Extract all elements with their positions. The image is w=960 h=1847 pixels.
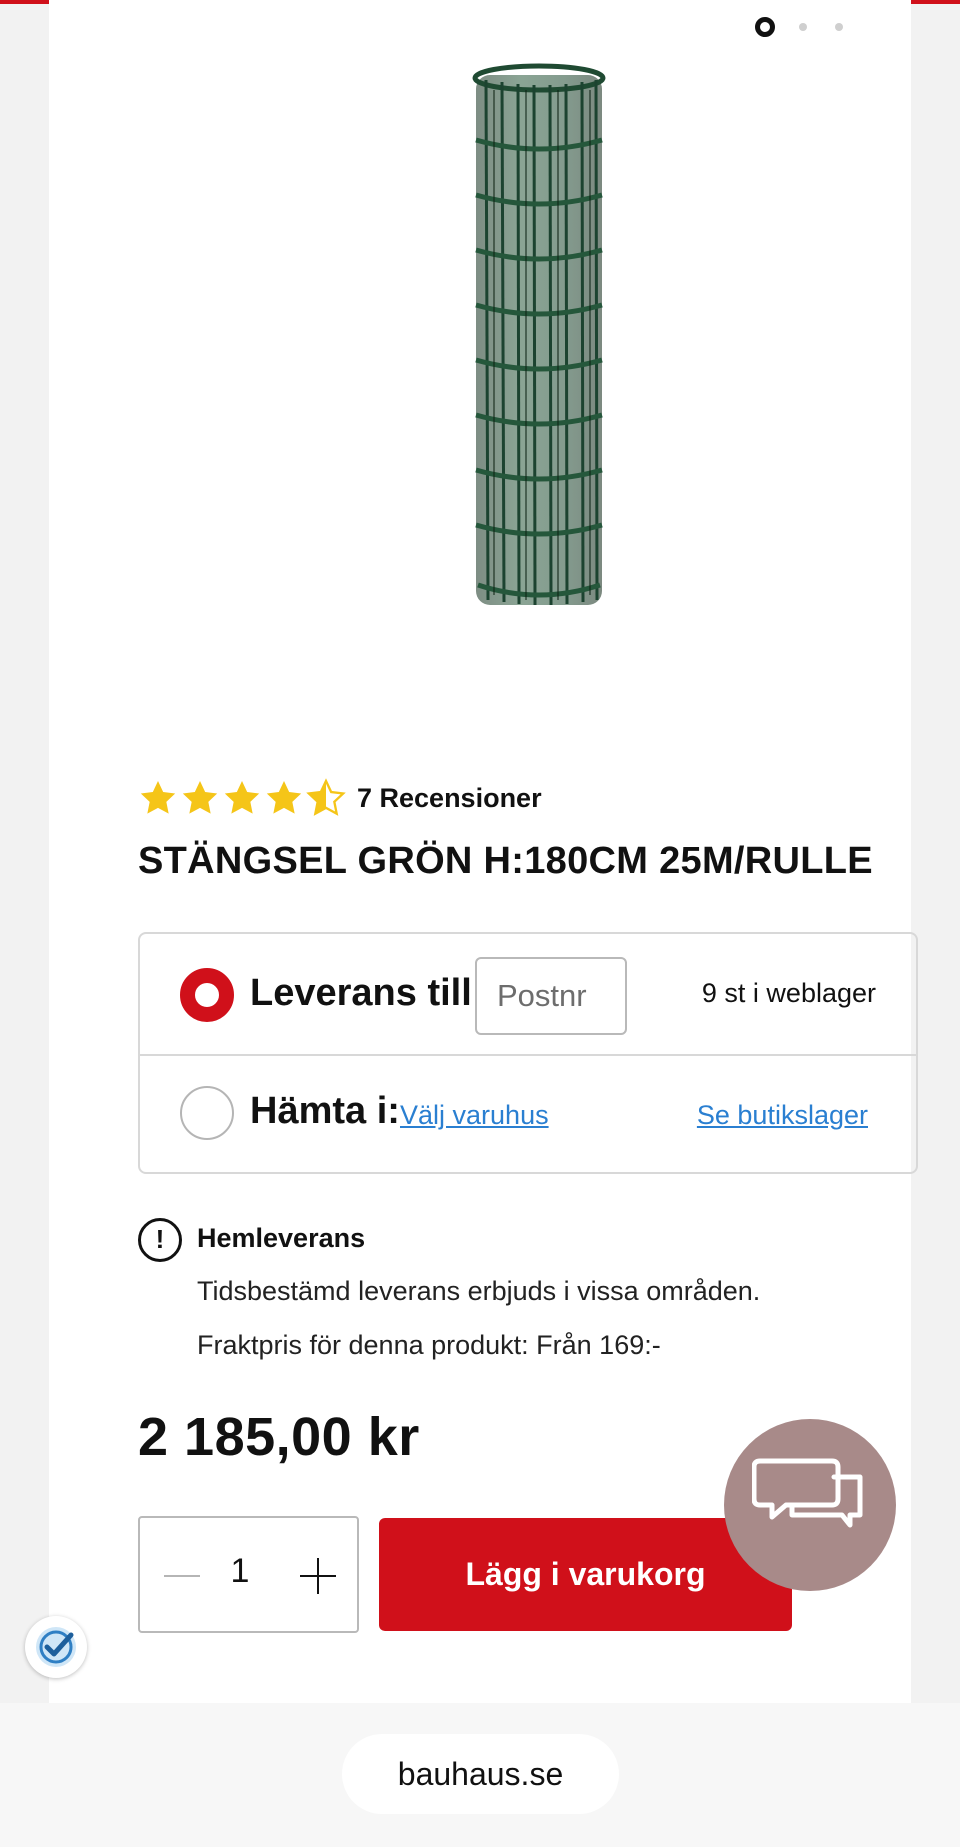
product-image[interactable] (464, 60, 624, 620)
product-title: STÄNGSEL GRÖN H:180CM 25M/RULLE (138, 840, 873, 882)
star-icon (140, 781, 176, 814)
delivery-options: Leverans till: 9 st i weblager Hämta i: … (138, 932, 918, 1174)
trust-badge[interactable] (25, 1616, 87, 1678)
store-stock-link[interactable]: Se butikslager (697, 1100, 868, 1131)
info-icon: ! (138, 1218, 182, 1262)
carousel-dot-3[interactable] (835, 23, 843, 31)
star-half-icon (306, 778, 346, 816)
chat-icon (752, 1458, 863, 1528)
pickup-radio[interactable] (180, 1086, 234, 1140)
carousel-dots[interactable] (755, 17, 871, 37)
delivery-option-home[interactable]: Leverans till: 9 st i weblager (140, 934, 916, 1056)
star-icon (182, 781, 218, 814)
rating[interactable]: 7 Recensioner (138, 778, 542, 818)
star-icon (266, 781, 302, 814)
carousel-dot-2[interactable] (799, 23, 807, 31)
quantity-stepper: 1 (138, 1516, 359, 1633)
url-bar[interactable]: bauhaus.se (342, 1734, 619, 1814)
star-rating (138, 778, 348, 818)
home-delivery-line-1: Tidsbestämd leverans erbjuds i vissa omr… (197, 1276, 761, 1306)
pickup-label: Hämta i: (250, 1090, 400, 1132)
plus-icon[interactable] (298, 1556, 338, 1596)
home-delivery-line-2: Fraktpris för denna produkt: Från 169:- (197, 1330, 661, 1360)
choose-store-link[interactable]: Välj varuhus (400, 1100, 549, 1131)
chat-button[interactable] (724, 1419, 896, 1591)
browser-bottom-bar: bauhaus.se (0, 1703, 960, 1847)
postcode-input[interactable] (475, 957, 627, 1035)
product-price: 2 185,00 kr (138, 1407, 420, 1467)
star-icon (224, 781, 260, 814)
web-stock-text: 9 st i weblager (701, 978, 876, 1008)
minus-icon[interactable] (162, 1556, 202, 1596)
quantity-value[interactable]: 1 (220, 1552, 260, 1591)
home-delivery-title: Hemleverans (197, 1223, 366, 1253)
delivery-label: Leverans till: (250, 972, 485, 1014)
trust-check-icon (36, 1627, 76, 1667)
carousel-dot-1[interactable] (755, 17, 775, 37)
delivery-option-pickup[interactable]: Hämta i: Välj varuhus Se butikslager (140, 1054, 916, 1174)
review-count-link[interactable]: 7 Recensioner (357, 783, 542, 814)
delivery-radio-selected[interactable] (180, 968, 234, 1022)
